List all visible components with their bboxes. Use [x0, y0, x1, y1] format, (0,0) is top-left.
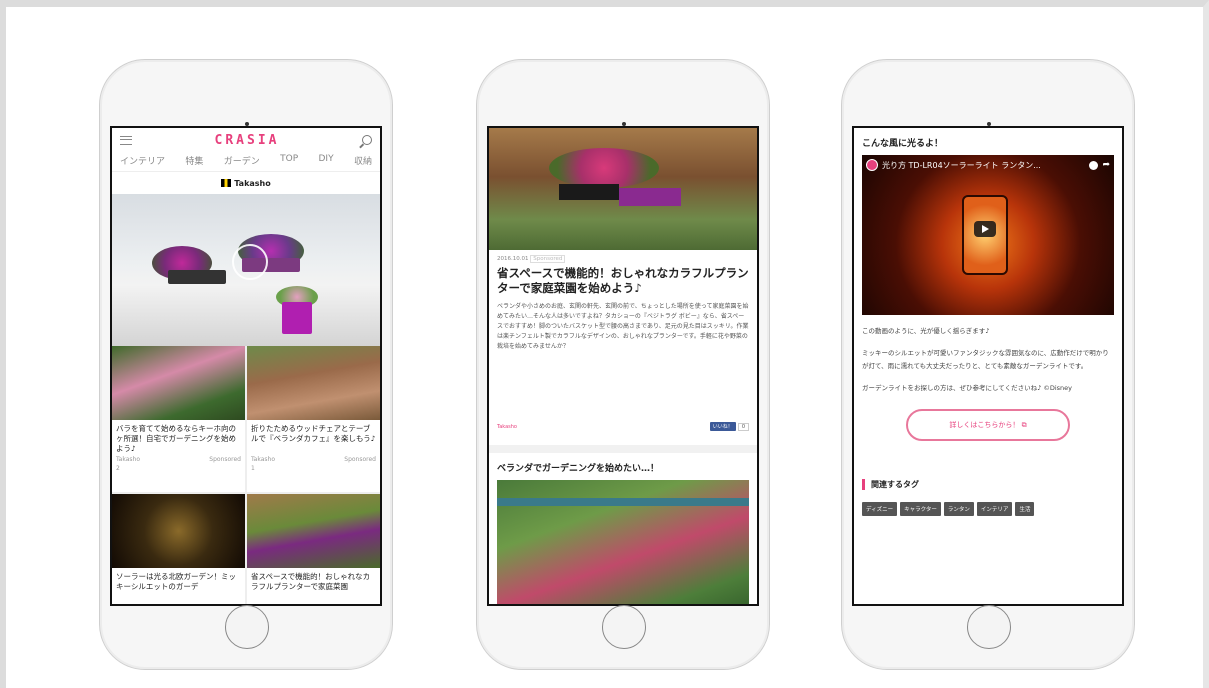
- section-heading: ベランダでガーデニングを始めたい…！: [497, 464, 660, 474]
- category-nav: インテリア 特集 ガーデン TOP DIY 収納: [112, 152, 380, 172]
- phone-mockup-1: CRASIA インテリア 特集 ガーデン TOP DIY 収納 Takasho: [99, 59, 393, 670]
- paragraph: ガーデンライトをお探しの方は、ぜひ参考にしてくださいね♪ ©Disney: [862, 384, 1072, 392]
- flower-cluster: [549, 148, 659, 188]
- takasho-logo-icon: [221, 179, 232, 187]
- nav-item-top[interactable]: TOP: [280, 154, 298, 167]
- article-hero-image: [489, 128, 757, 250]
- article-author: Takasho: [251, 456, 275, 463]
- tag-chip[interactable]: ランタン: [943, 502, 974, 516]
- details-link-button[interactable]: 詳しくはこちらから！ ⧉: [906, 409, 1070, 441]
- purple-pot: [282, 302, 312, 334]
- article-body: 2016.10.01 Sponsored 省スペースで機能的！おしゃれなカラフル…: [489, 250, 757, 437]
- paragraph: この動画のように、光が優しく揺らぎます♪: [862, 327, 990, 335]
- balcony-rail: [497, 498, 749, 506]
- sponsored-label: Sponsored: [344, 456, 376, 463]
- article-footer: Takasho いいね！ 0: [497, 422, 749, 431]
- paragraph: ミッキーのシルエットが可愛いファンタジックな雰囲気なのに、広動作だけで明かりが灯…: [862, 349, 1109, 370]
- search-icon[interactable]: [362, 135, 372, 145]
- planter-purple: [619, 188, 681, 206]
- article-grid: バラを育てて始めるならキーホ向のヶ所選！自宅でガーデニングを始めよう♪ Taka…: [112, 346, 380, 604]
- video-title[interactable]: 光り方 TD-LR04ソーラーライト ランタン...: [882, 160, 1041, 171]
- sponsor-name: Takasho: [234, 178, 271, 188]
- article-title: 省スペースで機能的！おしゃれなカラフルプランターで家庭菜園: [251, 572, 371, 591]
- video-player[interactable]: 光り方 TD-LR04ソーラーライト ランタン... ➦: [862, 155, 1114, 315]
- home-button[interactable]: [225, 605, 269, 649]
- nav-item-storage[interactable]: 収納: [354, 154, 372, 167]
- screen-article-video: こんな風に光るよ！ 光り方 TD-LR04ソーラーライト ランタン... ➦ こ…: [852, 126, 1124, 606]
- article-title: バラを育てて始めるならキーホ向のヶ所選！自宅でガーデニングを始めよう♪: [116, 424, 236, 453]
- channel-avatar: [866, 159, 878, 171]
- article-title: 折りたためるウッドチェアとテーブルで『ベランダカフェ』を楽しもう♪: [251, 424, 376, 443]
- article-meta: Takasho Sponsored: [112, 454, 245, 465]
- tag-list: ディズニー キャラクター ランタン インテリア 生活: [862, 502, 1114, 516]
- balcony-garden-image: [497, 480, 749, 604]
- like-count: 0: [737, 422, 749, 431]
- like-count: 1: [251, 465, 255, 472]
- app-header: CRASIA: [112, 128, 380, 152]
- sponsored-label: Sponsored: [209, 456, 241, 463]
- related-tags-heading: 関連するタグ: [862, 479, 1114, 490]
- facebook-like-button[interactable]: いいね！: [709, 422, 736, 431]
- nav-item-garden[interactable]: ガーデン: [224, 154, 260, 167]
- screen-home-feed: CRASIA インテリア 特集 ガーデン TOP DIY 収納 Takasho: [110, 126, 382, 606]
- article-card[interactable]: ソーラーは光る北欧ガーデン！ミッキーシルエットのガーデ: [112, 494, 245, 604]
- article-content: こんな風に光るよ！ 光り方 TD-LR04ソーラーライト ランタン... ➦ こ…: [854, 128, 1122, 524]
- article-text: この動画のように、光が優しく揺らぎます♪ ミッキーのシルエットが可愛いファンタジ…: [862, 325, 1114, 395]
- planter-black: [168, 270, 226, 284]
- share-group: いいね！ 0: [709, 422, 749, 431]
- video-title-bar: 光り方 TD-LR04ソーラーライト ランタン... ➦: [866, 159, 1110, 171]
- article-thumbnail: [112, 346, 245, 420]
- article-author[interactable]: Takasho: [497, 424, 517, 430]
- hero-image[interactable]: [112, 194, 380, 346]
- menu-icon[interactable]: [120, 135, 132, 145]
- phone-mockup-2: 2016.10.01 Sponsored 省スペースで機能的！おしゃれなカラフル…: [476, 59, 770, 670]
- nav-item-diy[interactable]: DIY: [319, 154, 334, 167]
- watch-later-icon[interactable]: [1089, 160, 1099, 170]
- screen-article: 2016.10.01 Sponsored 省スペースで機能的！おしゃれなカラフル…: [487, 126, 759, 606]
- button-label: 詳しくはこちらから！: [949, 421, 1020, 429]
- like-count: 2: [116, 465, 120, 472]
- play-icon[interactable]: [232, 244, 268, 280]
- article-date: 2016.10.01 Sponsored: [497, 255, 749, 263]
- site-logo[interactable]: CRASIA: [215, 133, 280, 148]
- section-heading: こんな風に光るよ！: [862, 139, 944, 149]
- article-card[interactable]: バラを育てて始めるならキーホ向のヶ所選！自宅でガーデニングを始めよう♪ Taka…: [112, 346, 245, 492]
- nav-item-interior[interactable]: インテリア: [120, 154, 165, 167]
- tag-chip[interactable]: インテリア: [976, 502, 1013, 516]
- tag-chip[interactable]: 生活: [1015, 502, 1035, 516]
- article-thumbnail: [112, 494, 245, 568]
- home-button[interactable]: [602, 605, 646, 649]
- share-icon[interactable]: ➦: [1102, 160, 1110, 170]
- sponsored-label: Sponsored: [530, 255, 566, 263]
- article-thumbnail: [247, 346, 380, 420]
- planter-black: [559, 184, 619, 200]
- article-author: Takasho: [116, 456, 140, 463]
- article-title: 省スペースで機能的！おしゃれなカラフルプランターで家庭菜園を始めよう♪: [497, 266, 749, 295]
- tag-chip[interactable]: ディズニー: [862, 502, 898, 516]
- article-thumbnail: [247, 494, 380, 568]
- section-divider: [489, 445, 757, 453]
- showcase-frame: CRASIA インテリア 特集 ガーデン TOP DIY 収納 Takasho: [0, 0, 1209, 688]
- article-card[interactable]: 省スペースで機能的！おしゃれなカラフルプランターで家庭菜園: [247, 494, 380, 604]
- home-button[interactable]: [967, 605, 1011, 649]
- phone-mockup-3: こんな風に光るよ！ 光り方 TD-LR04ソーラーライト ランタン... ➦ こ…: [841, 59, 1135, 670]
- publish-date: 2016.10.01: [497, 256, 529, 262]
- article-text: ベランダや小さめのお庭、玄関の軒先、玄関の前で、ちょっとした場所を使って家庭菜園…: [497, 303, 749, 350]
- play-icon[interactable]: [974, 221, 996, 237]
- tag-chip[interactable]: キャラクター: [900, 502, 941, 516]
- article-meta: Takasho Sponsored: [247, 454, 380, 465]
- sponsor-banner: Takasho: [112, 172, 380, 194]
- external-link-icon: ⧉: [1021, 420, 1027, 429]
- article-card[interactable]: 折りたためるウッドチェアとテーブルで『ベランダカフェ』を楽しもう♪ Takash…: [247, 346, 380, 492]
- nav-item-feature[interactable]: 特集: [185, 154, 203, 167]
- article-title: ソーラーは光る北欧ガーデン！ミッキーシルエットのガーデ: [116, 572, 236, 591]
